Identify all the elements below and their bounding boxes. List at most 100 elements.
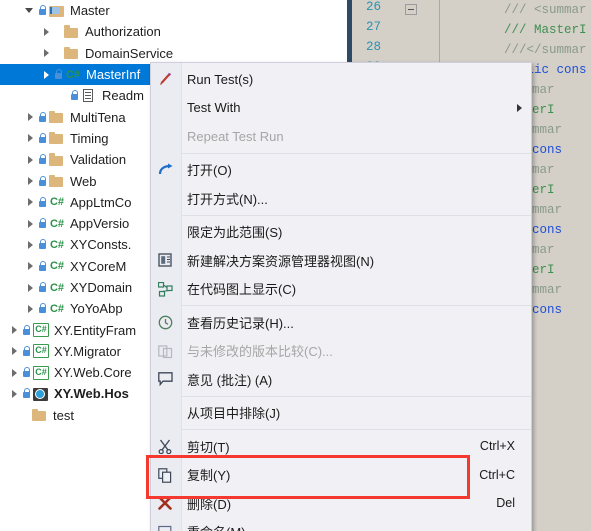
open-icon xyxy=(151,156,181,184)
context-menu-item[interactable]: 打开方式(N)... xyxy=(151,184,531,213)
lock-icon xyxy=(21,387,32,400)
chevron-down-icon[interactable] xyxy=(24,4,37,17)
folder-icon xyxy=(64,25,80,39)
context-menu-item-shortcut: Del xyxy=(496,496,515,511)
menu-icon-placeholder xyxy=(151,218,181,246)
copy-icon xyxy=(151,461,181,489)
tree-item-label: Timing xyxy=(70,130,109,146)
context-menu-item[interactable]: 查看历史记录(H)... xyxy=(151,308,531,337)
chevron-right-icon[interactable] xyxy=(24,132,37,145)
lock-icon xyxy=(37,196,48,209)
context-menu-item-label: Test With xyxy=(187,100,241,116)
chevron-right-icon[interactable] xyxy=(24,111,37,124)
chevron-right-icon[interactable] xyxy=(8,366,21,379)
context-menu-item[interactable]: Test With xyxy=(151,94,531,123)
lock-icon xyxy=(21,366,32,379)
chevron-right-icon[interactable] xyxy=(24,175,37,188)
code-line: /// MasterI xyxy=(352,20,591,40)
context-menu-item[interactable]: 重命名(M) xyxy=(151,518,531,531)
context-menu-item[interactable]: 从项目中排除(J) xyxy=(151,399,531,428)
code-text: ///</summar xyxy=(504,43,587,57)
tree-item-label: YoYoAbp xyxy=(70,301,123,317)
tree-item-label: XYDomain xyxy=(70,280,133,295)
csharp-file-icon: C# xyxy=(49,196,65,209)
history-icon xyxy=(151,308,181,336)
context-menu-item[interactable]: 意见 (批注) (A) xyxy=(151,365,531,394)
chevron-right-icon[interactable] xyxy=(24,217,37,230)
tree-item-label: Readm xyxy=(102,88,144,104)
screenshot-root: 26272829/// <summar/// MasterI///</summa… xyxy=(0,0,591,531)
tree-item-label: Validation xyxy=(70,152,127,168)
rename-icon xyxy=(151,518,181,531)
lock-icon xyxy=(37,302,48,315)
context-menu-item-label: Repeat Test Run xyxy=(187,128,284,144)
tree-item-label: XY.Migrator xyxy=(54,343,121,359)
tree-item-master[interactable]: Master xyxy=(0,0,347,21)
chevron-right-icon[interactable] xyxy=(24,302,37,315)
fold-collapse-icon[interactable] xyxy=(405,4,417,15)
context-menu-item-label: 限定为此范围(S) xyxy=(187,225,283,241)
tree-item-label: XYConsts. xyxy=(70,237,132,253)
code-line: ///</summar xyxy=(352,40,591,60)
context-menu-item[interactable]: 剪切(T) Ctrl+X xyxy=(151,432,531,461)
menu-separator xyxy=(182,214,531,216)
solution-explorer-context-menu[interactable]: Run Test(s) Test With Repeat Test Run 打开(O)… xyxy=(150,62,532,531)
code-line: /// <summar xyxy=(352,0,591,20)
annotate-icon xyxy=(151,365,181,393)
twisty-placeholder xyxy=(8,409,21,422)
rename-icon xyxy=(151,518,181,531)
csharp-file-icon: C# xyxy=(49,260,65,273)
chevron-right-icon[interactable] xyxy=(40,25,53,38)
code-text: /// MasterI xyxy=(504,23,587,37)
csharp-file-icon: C# xyxy=(49,217,65,230)
lock-icon xyxy=(21,345,32,358)
annotate-icon xyxy=(151,365,181,393)
context-menu-item[interactable]: 复制(Y) Ctrl+C xyxy=(151,461,531,490)
chevron-right-icon[interactable] xyxy=(24,153,37,166)
context-menu-item: Repeat Test Run xyxy=(151,122,531,151)
context-menu-item-label: 打开方式(N)... xyxy=(187,191,268,207)
csharp-file-icon: C# xyxy=(49,302,65,315)
lock-icon xyxy=(37,4,48,17)
chevron-right-icon[interactable] xyxy=(24,260,37,273)
tree-item-label: Master xyxy=(70,3,110,19)
new-view-icon xyxy=(151,246,181,274)
code-text: /// <summar xyxy=(504,3,587,17)
solution-folder-icon xyxy=(49,4,65,18)
lock-icon xyxy=(37,132,48,145)
context-menu-item[interactable]: 限定为此范围(S) xyxy=(151,218,531,247)
context-menu-item[interactable]: Run Test(s) xyxy=(151,65,531,94)
chevron-right-icon[interactable] xyxy=(8,345,21,358)
csharp-project-icon: C# xyxy=(33,323,49,338)
tree-item-authorization[interactable]: Authorization xyxy=(0,21,347,42)
context-menu-item-label: Run Test(s) xyxy=(187,71,254,87)
open-icon xyxy=(151,156,181,184)
csharp-file-icon: C# xyxy=(49,238,65,251)
document-icon xyxy=(81,89,97,103)
folder-icon xyxy=(32,408,48,422)
context-menu-item-label: 剪切(T) xyxy=(187,439,230,455)
context-menu-item[interactable]: 打开(O) xyxy=(151,156,531,185)
tree-item-domainservice[interactable]: DomainService xyxy=(0,43,347,64)
context-menu-item[interactable]: 新建解决方案资源管理器视图(N) xyxy=(151,246,531,275)
chevron-right-icon[interactable] xyxy=(8,324,21,337)
context-menu-item-shortcut: Ctrl+C xyxy=(479,467,515,482)
chevron-right-icon[interactable] xyxy=(24,196,37,209)
context-menu-item[interactable]: 在代码图上显示(C) xyxy=(151,275,531,304)
folder-icon xyxy=(49,174,65,188)
context-menu-item-label: 与未修改的版本比较(C)... xyxy=(187,344,333,360)
menu-icon-placeholder xyxy=(151,94,181,122)
context-menu-item: 与未修改的版本比较(C)... xyxy=(151,337,531,366)
lock-icon xyxy=(37,153,48,166)
tree-item-label: test xyxy=(53,407,74,423)
context-menu-item[interactable]: 删除(D) Del xyxy=(151,489,531,518)
csharp-file-icon: C# xyxy=(65,68,81,81)
chevron-right-icon[interactable] xyxy=(24,281,37,294)
chevron-right-icon[interactable] xyxy=(40,68,53,81)
chevron-right-icon[interactable] xyxy=(24,238,37,251)
tree-item-label: DomainService xyxy=(85,45,174,61)
context-menu-item-shortcut: Ctrl+X xyxy=(479,439,515,454)
chevron-right-icon[interactable] xyxy=(40,47,53,60)
chevron-right-icon[interactable] xyxy=(8,387,21,400)
context-menu-item-label: 复制(Y) xyxy=(187,468,231,484)
